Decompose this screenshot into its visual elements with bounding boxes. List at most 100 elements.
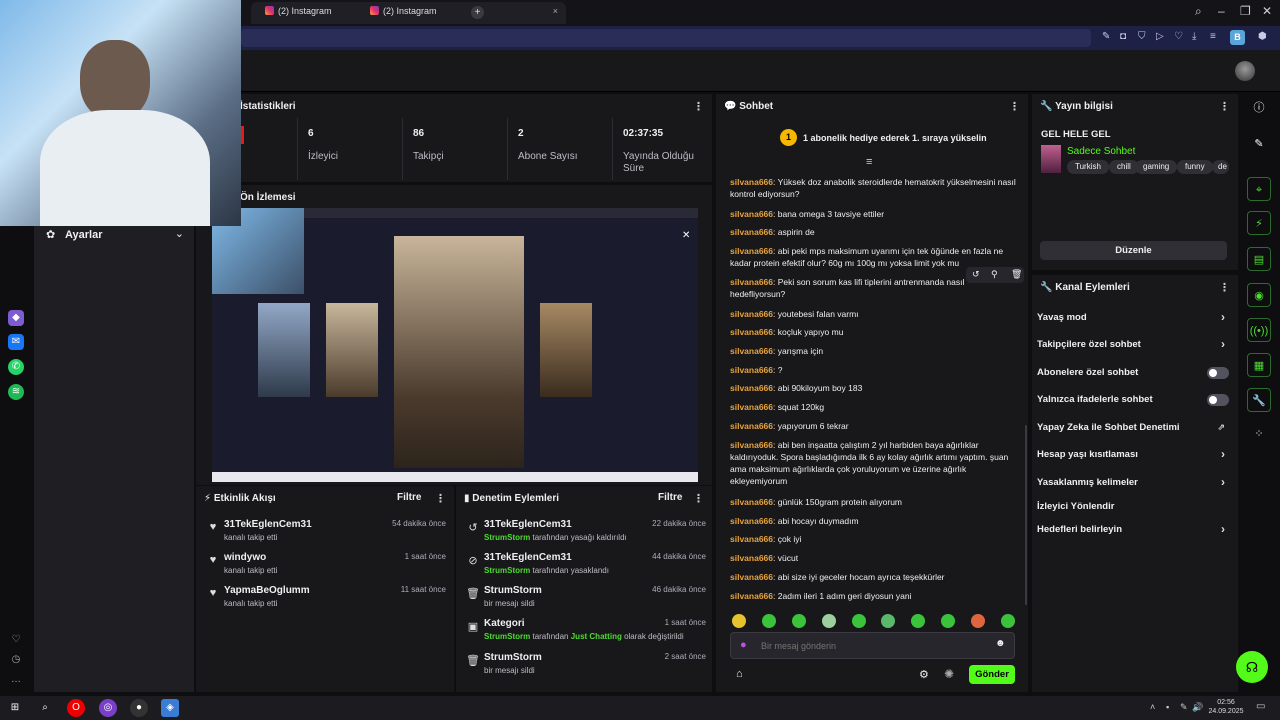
sidebar-item-settings[interactable]: ✿ Ayarlar ⌄ bbox=[44, 226, 186, 244]
stream-preview[interactable]: ✕ bbox=[212, 208, 698, 482]
pencil-icon[interactable]: ✎ bbox=[1247, 132, 1271, 156]
item-name[interactable]: 31TekEglenCem31 bbox=[224, 519, 312, 530]
volume-icon[interactable]: 🔊 bbox=[1192, 702, 1203, 713]
send-button[interactable]: Gönder bbox=[969, 665, 1015, 684]
timeout-icon[interactable]: ↺ bbox=[972, 269, 980, 280]
menu-icon[interactable]: ≡ bbox=[1210, 31, 1216, 42]
chat-username[interactable]: silvana666 bbox=[730, 591, 773, 601]
opera-icon[interactable]: O bbox=[67, 699, 85, 717]
kebab-icon[interactable]: ⋮ bbox=[1219, 281, 1230, 294]
clipboard-icon[interactable]: ▤ bbox=[1247, 247, 1271, 271]
close-window-icon[interactable]: ✕ bbox=[1262, 4, 1272, 18]
notification-icon[interactable]: ▭ bbox=[1256, 701, 1265, 712]
support-button[interactable]: ☊ bbox=[1236, 651, 1268, 683]
chat-username[interactable]: silvana666 bbox=[730, 572, 773, 582]
browser-tab[interactable]: (2) Instagram × bbox=[356, 2, 566, 24]
edit-button[interactable]: Düzenle bbox=[1040, 241, 1227, 260]
chat-username[interactable]: silvana666 bbox=[730, 440, 773, 450]
item-name[interactable]: Kategori bbox=[484, 618, 525, 629]
item-name[interactable]: StrumStorm bbox=[484, 585, 542, 596]
expand-icon[interactable]: ≡ bbox=[866, 156, 872, 168]
minimize-icon[interactable]: – bbox=[1218, 4, 1225, 18]
chat-username[interactable]: silvana666 bbox=[730, 209, 773, 219]
gear-icon[interactable]: ⚙ bbox=[919, 668, 929, 681]
channel-action-goals[interactable]: Hedefleri belirleyin › bbox=[1037, 522, 1229, 542]
chat-input-box[interactable]: ● ☻ bbox=[730, 632, 1015, 659]
channel-action-ai-moderation[interactable]: Yapay Zeka ile Sohbet Denetimi ⇗ bbox=[1037, 422, 1229, 440]
emote-icon[interactable] bbox=[881, 614, 895, 628]
microphone-icon[interactable]: ● bbox=[740, 639, 747, 651]
emote-icon[interactable] bbox=[911, 614, 925, 628]
play-icon[interactable]: ▷ bbox=[1156, 31, 1164, 42]
chat-bubble-icon[interactable]: ◉ bbox=[1247, 283, 1271, 307]
category-link[interactable]: Sadece Sohbet bbox=[1067, 146, 1135, 157]
search-icon[interactable]: ⌕ bbox=[1195, 4, 1202, 19]
item-name[interactable]: windywo bbox=[224, 552, 266, 563]
edit-icon[interactable]: ✎ bbox=[1102, 31, 1110, 42]
spotify-icon[interactable]: ≋ bbox=[8, 384, 24, 400]
emote-icon[interactable] bbox=[852, 614, 866, 628]
info-icon[interactable]: ⓘ bbox=[1247, 96, 1271, 120]
emote-only-toggle[interactable] bbox=[1207, 394, 1229, 406]
more-icon[interactable]: … bbox=[8, 672, 24, 688]
emote-icon[interactable] bbox=[762, 614, 776, 628]
chat-scrollbar[interactable] bbox=[1025, 425, 1027, 605]
boost-icon[interactable]: ✺ bbox=[944, 667, 954, 681]
emote-icon[interactable] bbox=[1001, 614, 1015, 628]
layout-icon[interactable]: ▦ bbox=[1247, 353, 1271, 377]
heart-icon[interactable]: ♡ bbox=[1174, 31, 1183, 42]
emoji-icon[interactable]: ☻ bbox=[995, 638, 1006, 649]
emote-icon[interactable] bbox=[732, 614, 746, 628]
chat-username[interactable]: silvana666 bbox=[730, 309, 773, 319]
chat-username[interactable]: silvana666 bbox=[730, 497, 773, 507]
chat-username[interactable]: silvana666 bbox=[730, 246, 773, 256]
grid-icon[interactable]: ⁘ bbox=[1247, 422, 1271, 446]
chat-username[interactable]: silvana666 bbox=[730, 516, 773, 526]
app-icon[interactable]: ◎ bbox=[99, 699, 117, 717]
whatsapp-icon[interactable]: ✆ bbox=[8, 359, 24, 375]
broadcast-icon[interactable]: ((•)) bbox=[1247, 318, 1271, 342]
camera-icon[interactable]: ◘ bbox=[1120, 31, 1126, 42]
heart-icon[interactable]: ♡ bbox=[8, 632, 24, 648]
messenger-icon[interactable]: ✉ bbox=[8, 334, 24, 350]
download-icon[interactable]: ⤓ bbox=[1192, 31, 1196, 42]
chat-username[interactable]: silvana666 bbox=[730, 227, 773, 237]
windows-start-icon[interactable]: ⊞ bbox=[6, 699, 24, 717]
focus-icon[interactable]: ⌖ bbox=[1247, 177, 1271, 201]
subs-only-toggle[interactable] bbox=[1207, 367, 1229, 379]
kebab-icon[interactable]: ⋮ bbox=[1219, 100, 1230, 113]
emote-icon[interactable] bbox=[971, 614, 985, 628]
search-icon[interactable]: ⌕ bbox=[36, 699, 54, 717]
tray-icon[interactable]: ▪ bbox=[1166, 702, 1169, 712]
emote-icon[interactable] bbox=[792, 614, 806, 628]
kebab-icon[interactable]: ⋮ bbox=[1009, 100, 1020, 113]
emote-icon[interactable] bbox=[822, 614, 836, 628]
avatar[interactable] bbox=[1235, 61, 1255, 81]
store-icon[interactable]: ⌂ bbox=[736, 668, 743, 680]
item-name[interactable]: 31TekEglenCem31 bbox=[484, 519, 572, 530]
channel-action-raid[interactable]: İzleyici Yönlendir bbox=[1037, 501, 1229, 519]
extension-icon[interactable]: ⬢ bbox=[1258, 31, 1267, 42]
obs-icon[interactable]: ● bbox=[130, 699, 148, 717]
chat-username[interactable]: silvana666 bbox=[730, 402, 773, 412]
system-clock[interactable]: 02:56 24.09.2025 bbox=[1206, 698, 1246, 716]
address-bar[interactable] bbox=[241, 29, 1091, 47]
app-icon[interactable]: ◈ bbox=[161, 699, 179, 717]
channel-action-banned-words[interactable]: Yasaklanmış kelimeler › bbox=[1037, 475, 1229, 495]
channel-action-followers-only[interactable]: Takipçilere özel sohbet › bbox=[1037, 337, 1229, 357]
chat-username[interactable]: silvana666 bbox=[730, 277, 773, 287]
gift-banner[interactable]: 1 abonelik hediye ederek 1. sıraya yükse… bbox=[803, 133, 987, 143]
kebab-icon[interactable]: ⋮ bbox=[693, 492, 704, 505]
history-icon[interactable]: ◷ bbox=[8, 652, 24, 668]
filter-button[interactable]: Filtre bbox=[397, 492, 421, 503]
channel-action-slow-mode[interactable]: Yavaş mod › bbox=[1037, 310, 1229, 330]
filter-button[interactable]: Filtre bbox=[658, 492, 682, 503]
chat-username[interactable]: silvana666 bbox=[730, 365, 773, 375]
chat-input[interactable] bbox=[761, 638, 981, 654]
kebab-icon[interactable]: ⋮ bbox=[693, 100, 704, 113]
shield-icon[interactable]: ⛉ bbox=[1138, 31, 1146, 42]
item-name[interactable]: 31TekEglenCem31 bbox=[484, 552, 572, 563]
chat-username[interactable]: silvana666 bbox=[730, 346, 773, 356]
close-tab-icon[interactable]: × bbox=[553, 6, 558, 16]
new-tab-button[interactable]: + bbox=[471, 6, 484, 19]
